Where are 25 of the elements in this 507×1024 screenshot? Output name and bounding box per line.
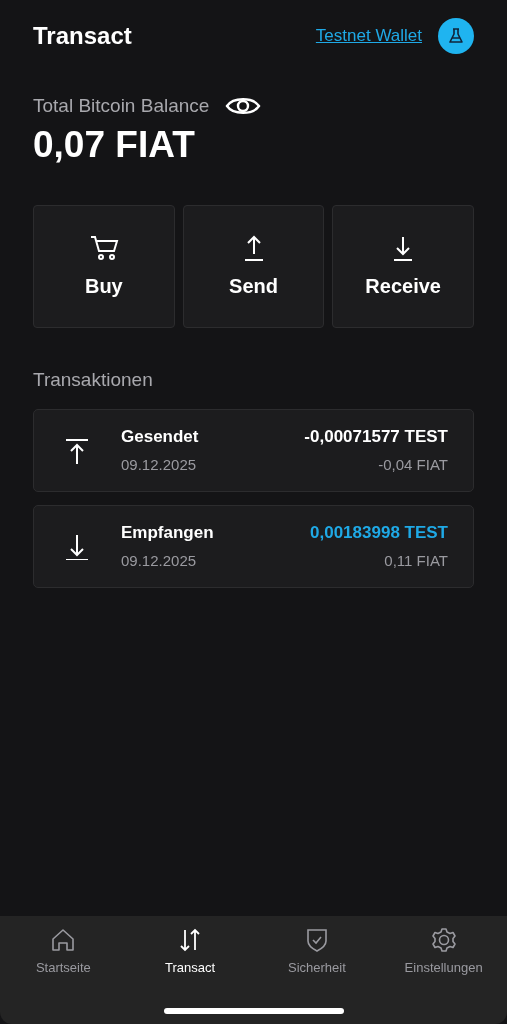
action-button[interactable]: Send (182, 205, 325, 329)
transaction-date: 09.12.2025 (121, 550, 198, 571)
section-title: Transaktionen (33, 368, 154, 393)
nav-tab[interactable]: Transact (126, 916, 254, 1008)
transaction-row[interactable]: Empfangen 09.12.2025 0,00183998 TEST 0,11 FIAT (33, 504, 474, 588)
nav-tab[interactable]: Startseite (0, 916, 127, 1008)
settings-icon (429, 926, 458, 954)
transaction-type: Gesendet (121, 426, 200, 449)
balance-label: Total Bitcoin Balance (33, 94, 210, 118)
balance-amount: 0,07 FIAT (33, 124, 196, 166)
transaction-type: Empfangen (121, 522, 215, 545)
crypto-amount: 0,00183998 TEST (310, 522, 448, 545)
action-button[interactable]: Receive (332, 205, 474, 329)
network-link[interactable]: Testnet Wallet (315, 23, 422, 49)
action-button[interactable]: Buy (33, 205, 175, 329)
crypto-amount: -0,00071577 TEST (304, 426, 448, 449)
flask-icon (447, 27, 465, 45)
nav-tab[interactable]: Einstellungen (380, 916, 507, 1008)
testnet-button[interactable] (438, 18, 474, 54)
transaction-row[interactable]: Gesendet 09.12.2025 -0,00071577 TEST -0,04 FIAT (33, 408, 474, 492)
nav-tab[interactable]: Sicherheit (253, 916, 381, 1008)
fiat-amount: 0,11 FIAT (384, 550, 448, 571)
transaction-date: 09.12.2025 (121, 454, 198, 475)
fiat-amount: -0,04 FIAT (378, 454, 448, 475)
page-title: Transact (33, 21, 132, 51)
